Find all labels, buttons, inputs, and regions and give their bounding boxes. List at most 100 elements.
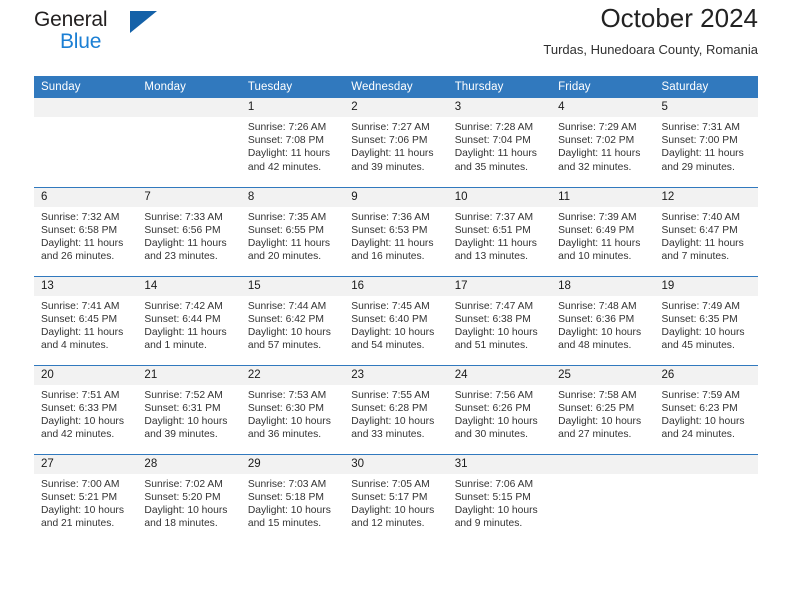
daylight-text: Daylight: 10 hours and 27 minutes.: [558, 415, 642, 441]
calendar-day-cell[interactable]: 13 Sunrise: 7:41 AM Sunset: 6:45 PM Dayligh…: [34, 275, 138, 365]
day-info: Sunrise: 7:59 AM Sunset: 6:23 PM Daylight:…: [655, 385, 758, 442]
day-info: Sunrise: 7:48 AM Sunset: 6:36 PM Daylight:…: [551, 296, 654, 353]
calendar-day-cell[interactable]: 30 Sunrise: 7:05 AM Sunset: 5:17 PM Dayligh…: [344, 453, 448, 543]
day-info: Sunrise: 7:45 AM Sunset: 6:40 PM Daylight:…: [344, 296, 447, 353]
daylight-text: Daylight: 10 hours and 45 minutes.: [661, 326, 745, 352]
daylight-text: Daylight: 10 hours and 12 minutes.: [351, 504, 435, 530]
daylight-text: Daylight: 10 hours and 54 minutes.: [351, 326, 435, 352]
calendar-day-cell[interactable]: 17 Sunrise: 7:47 AM Sunset: 6:38 PM Dayligh…: [447, 275, 552, 365]
calendar-day-cell[interactable]: 28 Sunrise: 7:02 AM Sunset: 5:20 PM Dayligh…: [137, 453, 241, 543]
calendar-day-cell[interactable]: 18 Sunrise: 7:48 AM Sunset: 6:36 PM Dayligh…: [551, 275, 655, 365]
sunset-text: Sunset: 6:44 PM: [144, 313, 221, 325]
calendar-day-cell[interactable]: 29 Sunrise: 7:03 AM Sunset: 5:18 PM Dayligh…: [240, 453, 345, 543]
calendar-day-cell[interactable]: 20 Sunrise: 7:51 AM Sunset: 6:33 PM Dayligh…: [34, 364, 138, 454]
daylight-text: Daylight: 11 hours and 29 minutes.: [661, 148, 744, 173]
sunrise-text: Sunrise: 7:29 AM: [558, 122, 637, 133]
sunrise-text: Sunrise: 7:49 AM: [661, 300, 740, 312]
weekday-header-wednesday: Wednesday: [344, 76, 448, 98]
sunset-text: Sunset: 6:23 PM: [661, 402, 738, 414]
calendar-day-cell[interactable]: 1 Sunrise: 7:26 AM Sunset: 7:08 PM Daylight…: [240, 98, 345, 187]
weekday-header-monday: Monday: [137, 76, 241, 98]
sunrise-text: Sunrise: 7:40 AM: [661, 211, 740, 223]
day-info: Sunrise: 7:27 AM Sunset: 7:06 PM Daylight:…: [344, 117, 447, 174]
calendar-day-cell[interactable]: 5 Sunrise: 7:31 AM Sunset: 7:00 PM Daylight…: [654, 98, 758, 187]
calendar-day-cell[interactable]: 31 Sunrise: 7:06 AM Sunset: 5:15 PM Dayligh…: [447, 453, 552, 543]
brand-triangle-icon: [130, 11, 157, 33]
sunrise-text: Sunrise: 7:03 AM: [247, 478, 327, 490]
weekday-header: Sunday Monday Tuesday Wednesday Thursday Frid…: [34, 76, 758, 98]
daylight-text: Daylight: 11 hours and 23 minutes.: [144, 237, 227, 263]
daylight-text: Daylight: 10 hours and 48 minutes.: [558, 326, 642, 352]
calendar-day-cell[interactable]: 4 Sunrise: 7:29 AM Sunset: 7:02 PM Daylight…: [551, 98, 655, 187]
sunset-text: Sunset: 6:45 PM: [41, 313, 118, 325]
general-blue-logo[interactable]: General Blue: [34, 0, 234, 52]
day-info: Sunrise: 7:37 AM Sunset: 6:51 PM Daylight:…: [448, 207, 551, 264]
calendar-day-cell[interactable]: 7 Sunrise: 7:33 AM Sunset: 6:56 PM Daylight…: [137, 186, 241, 276]
sunrise-text: Sunrise: 7:52 AM: [144, 389, 223, 401]
calendar-day-cell[interactable]: 8 Sunrise: 7:35 AM Sunset: 6:55 PM Daylight…: [240, 186, 345, 276]
day-info: Sunrise: 7:03 AM Sunset: 5:18 PM Daylight:…: [241, 474, 344, 531]
calendar-day-cell[interactable]: 11 Sunrise: 7:39 AM Sunset: 6:49 PM Dayligh…: [551, 186, 655, 276]
day-number: 5: [654, 98, 758, 117]
day-number: 12: [654, 187, 758, 207]
day-number: 23: [344, 365, 448, 385]
calendar-day-cell[interactable]: 19 Sunrise: 7:49 AM Sunset: 6:35 PM Dayligh…: [654, 275, 758, 365]
day-number: 17: [447, 276, 552, 296]
daylight-text: Daylight: 11 hours and 42 minutes.: [247, 148, 331, 173]
daylight-text: Daylight: 10 hours and 36 minutes.: [247, 415, 331, 441]
sunset-text: Sunset: 6:38 PM: [454, 313, 531, 325]
day-info: Sunrise: 7:02 AM Sunset: 5:20 PM Daylight:…: [137, 474, 240, 531]
sunrise-text: Sunrise: 7:42 AM: [144, 300, 223, 312]
day-number: 26: [654, 365, 758, 385]
daylight-text: Daylight: 11 hours and 10 minutes.: [558, 237, 641, 263]
sunrise-text: Sunrise: 7:02 AM: [144, 478, 223, 490]
sunset-text: Sunset: 6:31 PM: [144, 402, 221, 414]
calendar-day-cell[interactable]: 15 Sunrise: 7:44 AM Sunset: 6:42 PM Dayligh…: [240, 275, 345, 365]
calendar-day-cell[interactable]: 22 Sunrise: 7:53 AM Sunset: 6:30 PM Dayligh…: [240, 364, 345, 454]
calendar-day-cell[interactable]: 9 Sunrise: 7:36 AM Sunset: 6:53 PM Daylight…: [344, 186, 448, 276]
daylight-text: Daylight: 10 hours and 9 minutes.: [454, 504, 538, 530]
sunset-text: Sunset: 6:47 PM: [661, 224, 738, 236]
calendar-day-cell[interactable]: 14 Sunrise: 7:42 AM Sunset: 6:44 PM Dayligh…: [137, 275, 241, 365]
sunrise-text: Sunrise: 7:58 AM: [558, 389, 637, 401]
sunset-text: Sunset: 6:35 PM: [661, 313, 738, 325]
sunset-text: Sunset: 7:02 PM: [558, 135, 635, 147]
day-info: Sunrise: 7:32 AM Sunset: 6:58 PM Daylight:…: [34, 207, 137, 264]
calendar-day-cell[interactable]: 21 Sunrise: 7:52 AM Sunset: 6:31 PM Dayligh…: [137, 364, 241, 454]
sunset-text: Sunset: 5:17 PM: [351, 491, 428, 503]
sunrise-text: Sunrise: 7:56 AM: [454, 389, 534, 401]
daylight-text: Daylight: 11 hours and 1 minute.: [144, 326, 227, 352]
daylight-text: Daylight: 10 hours and 51 minutes.: [454, 326, 538, 352]
sunset-text: Sunset: 6:49 PM: [558, 224, 635, 236]
calendar-day-cell[interactable]: 27 Sunrise: 7:00 AM Sunset: 5:21 PM Dayligh…: [34, 453, 138, 543]
calendar-day-cell[interactable]: 26 Sunrise: 7:59 AM Sunset: 6:23 PM Dayligh…: [654, 364, 758, 454]
sunrise-text: Sunrise: 7:45 AM: [351, 300, 430, 312]
sunset-text: Sunset: 6:28 PM: [351, 402, 428, 414]
sunrise-text: Sunrise: 7:37 AM: [454, 211, 534, 223]
day-info: Sunrise: 7:05 AM Sunset: 5:17 PM Daylight:…: [344, 474, 447, 531]
calendar-day-cell[interactable]: 12 Sunrise: 7:40 AM Sunset: 6:47 PM Dayligh…: [654, 186, 758, 276]
calendar-day-cell[interactable]: 16 Sunrise: 7:45 AM Sunset: 6:40 PM Dayligh…: [344, 275, 448, 365]
day-number: 21: [137, 365, 241, 385]
calendar-day-cell[interactable]: 24 Sunrise: 7:56 AM Sunset: 6:26 PM Dayligh…: [447, 364, 552, 454]
calendar-day-cell[interactable]: 2 Sunrise: 7:27 AM Sunset: 7:06 PM Daylight…: [344, 98, 448, 187]
sunset-text: Sunset: 6:42 PM: [247, 313, 324, 325]
sunset-text: Sunset: 7:04 PM: [454, 135, 531, 147]
day-number: 31: [447, 454, 552, 474]
sunset-text: Sunset: 5:21 PM: [41, 491, 118, 503]
sunrise-text: Sunrise: 7:06 AM: [454, 478, 534, 490]
calendar-day-cell[interactable]: 3 Sunrise: 7:28 AM Sunset: 7:04 PM Daylight…: [447, 98, 552, 187]
calendar-day-cell[interactable]: 23 Sunrise: 7:55 AM Sunset: 6:28 PM Dayligh…: [344, 364, 448, 454]
day-number: [654, 454, 758, 474]
calendar-day-cell[interactable]: 10 Sunrise: 7:37 AM Sunset: 6:51 PM Dayligh…: [447, 186, 552, 276]
day-number: 28: [137, 454, 241, 474]
day-info: Sunrise: 7:42 AM Sunset: 6:44 PM Daylight:…: [137, 296, 240, 353]
day-info: Sunrise: 7:28 AM Sunset: 7:04 PM Daylight:…: [448, 117, 551, 174]
sunset-text: Sunset: 6:26 PM: [454, 402, 531, 414]
sunrise-text: Sunrise: 7:51 AM: [41, 389, 120, 401]
daylight-text: Daylight: 11 hours and 39 minutes.: [351, 148, 434, 173]
calendar-day-cell[interactable]: 6 Sunrise: 7:32 AM Sunset: 6:58 PM Daylight…: [34, 186, 138, 276]
daylight-text: Daylight: 11 hours and 4 minutes.: [41, 326, 124, 352]
calendar-day-cell[interactable]: 25 Sunrise: 7:58 AM Sunset: 6:25 PM Dayligh…: [551, 364, 655, 454]
daylight-text: Daylight: 10 hours and 30 minutes.: [454, 415, 538, 441]
